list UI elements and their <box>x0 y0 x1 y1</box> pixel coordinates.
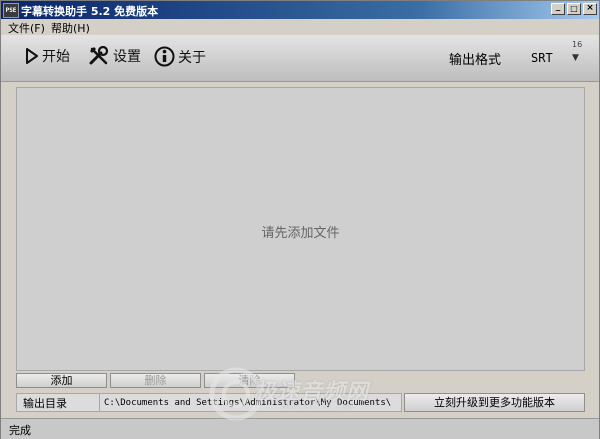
output-format-value[interactable]: SRT <box>531 51 553 65</box>
output-format-label: 输出格式 <box>449 53 502 68</box>
start-label: 开始 <box>42 49 70 65</box>
output-format-counter: 16 <box>572 40 583 49</box>
about-button[interactable]: 关于 <box>154 46 206 67</box>
menu-bar: 文件(F) 帮助(H) <box>1 19 599 35</box>
window-controls: _ □ × <box>549 2 597 15</box>
app-window: PSE 字幕转换助手 5.2 免费版本 _ □ × 文件(F) 帮助(H) 开始… <box>0 0 600 439</box>
minimize-icon: _ <box>555 2 561 12</box>
settings-button[interactable]: 设置 <box>88 46 141 66</box>
close-button[interactable]: × <box>583 3 597 15</box>
menu-file[interactable]: 文件(F) <box>8 20 45 36</box>
output-directory-label: 输出目录 <box>16 393 100 412</box>
upgrade-button[interactable]: 立刻升级到更多功能版本 <box>404 393 585 412</box>
maximize-button[interactable]: □ <box>567 3 581 15</box>
status-text: 完成 <box>9 424 31 437</box>
delete-button[interactable]: 删除 <box>110 373 201 388</box>
clear-button[interactable]: 清除 <box>204 373 295 388</box>
file-list[interactable]: 请先添加文件 <box>16 87 585 371</box>
toolbar: 开始 设置 关于 输出格式 SRT 16 ▼ <box>1 35 599 82</box>
format-dropdown-icon[interactable]: ▼ <box>572 53 579 63</box>
output-directory-path[interactable]: C:\Documents and Settings\Administrator\… <box>100 393 402 412</box>
status-bar: 完成 <box>1 418 599 439</box>
title-bar[interactable]: PSE 字幕转换助手 5.2 免费版本 _ □ × <box>1 1 599 19</box>
app-icon[interactable]: PSE <box>3 3 19 18</box>
play-icon <box>26 48 38 64</box>
tools-icon <box>89 46 109 65</box>
maximize-icon: □ <box>570 4 578 13</box>
info-icon <box>154 46 175 67</box>
settings-label: 设置 <box>113 49 141 65</box>
start-button[interactable]: 开始 <box>25 46 70 66</box>
minimize-button[interactable]: _ <box>551 2 565 15</box>
menu-help[interactable]: 帮助(H) <box>51 20 90 36</box>
window-title: 字幕转换助手 5.2 免费版本 <box>21 5 159 18</box>
close-icon: × <box>586 3 594 13</box>
about-label: 关于 <box>178 49 206 66</box>
add-button[interactable]: 添加 <box>16 373 107 388</box>
output-directory-row: 输出目录 C:\Documents and Settings\Administr… <box>16 393 585 412</box>
empty-list-hint: 请先添加文件 <box>261 226 340 241</box>
